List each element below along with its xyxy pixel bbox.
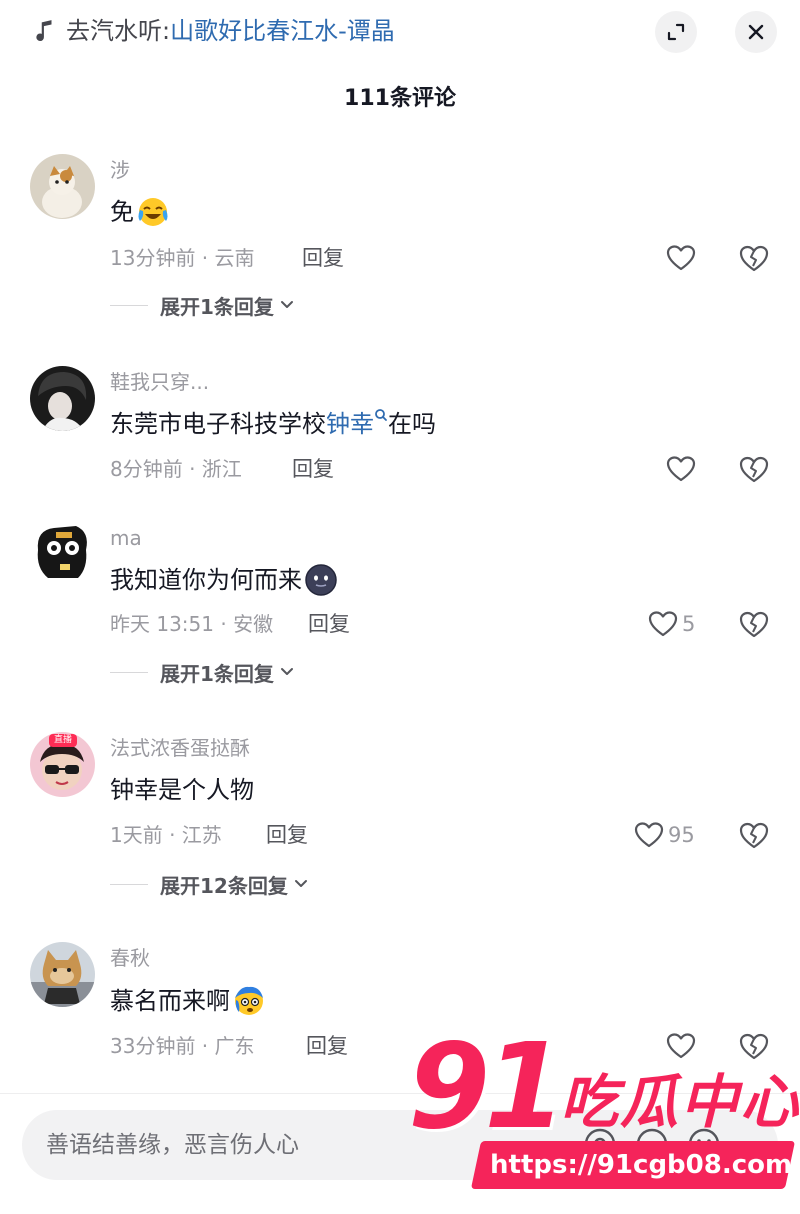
music-note-icon [36, 20, 52, 42]
comment-username[interactable]: 法式浓香蛋挞酥 [110, 734, 250, 762]
comment-content: 免 [110, 195, 170, 229]
heart-icon [648, 611, 678, 637]
comment-username[interactable]: 涉 [110, 156, 130, 184]
dizzy-emoji [235, 986, 263, 1015]
search-mini-icon[interactable] [374, 408, 388, 430]
expand-label: 展开1条回复 [160, 294, 274, 319]
broken-heart-icon[interactable] [738, 453, 770, 485]
avatar[interactable] [30, 154, 95, 219]
avatar[interactable] [30, 366, 95, 431]
like-count: 5 [682, 612, 696, 636]
expand-replies[interactable]: 展开12条回复 [110, 869, 310, 899]
reply-button[interactable]: 回复 [266, 821, 308, 849]
comment-text: 慕名而来啊 [110, 987, 230, 1015]
song-link[interactable]: 去汽水听:山歌好比春江水-谭晶 [66, 14, 395, 48]
watermark-brand: 吃瓜中心 [560, 1068, 800, 1136]
broken-heart-icon[interactable] [738, 608, 770, 640]
watermark-number: 91 [408, 1017, 566, 1155]
comment-content: 钟幸是个人物 [110, 773, 254, 807]
song-title[interactable]: 山歌好比春江水-谭晶 [170, 17, 395, 45]
expand-divider [110, 883, 148, 885]
avatar[interactable]: 直播 [30, 732, 95, 797]
expand-replies[interactable]: 展开1条回复 [110, 657, 296, 687]
comment-input-placeholder: 善语结善缘，恶言伤人心 [46, 1132, 299, 1158]
comment-count-title: 111条评论 [344, 86, 456, 111]
broken-heart-icon[interactable] [738, 819, 770, 851]
comment-text: 钟幸是个人物 [110, 776, 254, 804]
top-bar: 去汽水听:山歌好比春江水-谭晶 [0, 0, 800, 70]
watermark-url: https://91cgb08.com [490, 1150, 793, 1180]
comment-text-suffix: 在吗 [388, 410, 436, 438]
watermark-overlay: 91 吃瓜中心 https://91cgb08.com [408, 1021, 800, 1195]
heart-icon [666, 456, 696, 482]
comment-content: 东莞市电子科技学校 钟幸 在吗 [110, 407, 436, 441]
expand-divider [110, 671, 148, 673]
reply-button[interactable]: 回复 [306, 1032, 348, 1060]
live-badge: 直播 [49, 734, 77, 747]
reply-button[interactable]: 回复 [302, 244, 344, 272]
comment-meta: 33分钟前 · 广东 [110, 1034, 255, 1058]
expand-label: 展开1条回复 [160, 661, 274, 686]
chevron-down-icon [280, 301, 293, 308]
like-button[interactable] [666, 453, 696, 485]
comment-content: 我知道你为何而来 [110, 563, 338, 597]
heart-icon [634, 822, 664, 848]
comment-text: 免 [110, 198, 134, 226]
close-icon [748, 24, 764, 40]
comment-meta: 昨天 13:51 · 安徽 [110, 612, 274, 636]
chevron-down-icon [294, 880, 307, 887]
comment-username[interactable]: ma [110, 524, 142, 552]
comment-content: 慕名而来啊 [110, 984, 266, 1018]
comment-text: 东莞市电子科技学校 [110, 410, 326, 438]
comment-username[interactable]: 春秋 [110, 944, 150, 972]
chevron-down-icon [280, 668, 293, 675]
collapse-icon [667, 23, 685, 41]
expand-divider [110, 304, 148, 306]
collapse-button[interactable] [655, 11, 697, 53]
comment-meta: 13分钟前 · 云南 [110, 246, 255, 270]
reply-button[interactable]: 回复 [308, 610, 350, 638]
blob-emoji [305, 564, 337, 596]
like-button[interactable]: 95 [634, 819, 695, 851]
like-button[interactable] [666, 242, 696, 274]
comment-meta: 8分钟前 · 浙江 [110, 457, 242, 481]
mention-link[interactable]: 钟幸 [326, 407, 374, 441]
like-button[interactable]: 5 [648, 608, 695, 640]
close-button[interactable] [735, 11, 777, 53]
heart-icon [666, 245, 696, 271]
laugh-cry-emoji [138, 198, 168, 226]
comment-meta: 1天前 · 江苏 [110, 823, 222, 847]
broken-heart-icon[interactable] [738, 242, 770, 274]
avatar[interactable] [30, 942, 95, 1007]
comment-text: 我知道你为何而来 [110, 566, 302, 594]
avatar[interactable] [30, 520, 95, 585]
comment-username[interactable]: 鞋我只穿... [110, 368, 209, 396]
expand-label: 展开12条回复 [160, 873, 288, 898]
expand-replies[interactable]: 展开1条回复 [110, 290, 296, 320]
like-count: 95 [668, 823, 695, 847]
reply-button[interactable]: 回复 [292, 455, 334, 483]
song-prefix-label: 去汽水听: [66, 17, 171, 45]
